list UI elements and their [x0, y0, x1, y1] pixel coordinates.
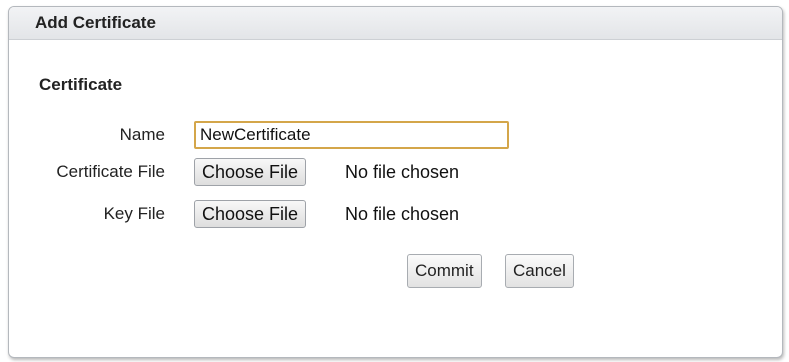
key-file-label: Key File	[103, 204, 165, 223]
commit-button[interactable]: Commit	[407, 254, 482, 288]
key-file-choose-button[interactable]: Choose File	[194, 200, 307, 228]
section-title: Certificate	[39, 75, 123, 94]
certificate-file-status: No file chosen	[345, 162, 460, 182]
dialog-titlebar: Add Certificate	[9, 7, 782, 40]
name-input[interactable]	[194, 121, 509, 149]
key-file-status: No file chosen	[345, 204, 460, 224]
cancel-button[interactable]: Cancel	[505, 254, 574, 288]
name-label: Name	[119, 125, 165, 144]
certificate-file-label: Certificate File	[56, 162, 165, 181]
dialog-title: Add Certificate	[35, 13, 156, 32]
add-certificate-dialog: Add Certificate Certificate Name Certifi…	[8, 6, 783, 358]
certificate-file-choose-button[interactable]: Choose File	[194, 158, 307, 186]
